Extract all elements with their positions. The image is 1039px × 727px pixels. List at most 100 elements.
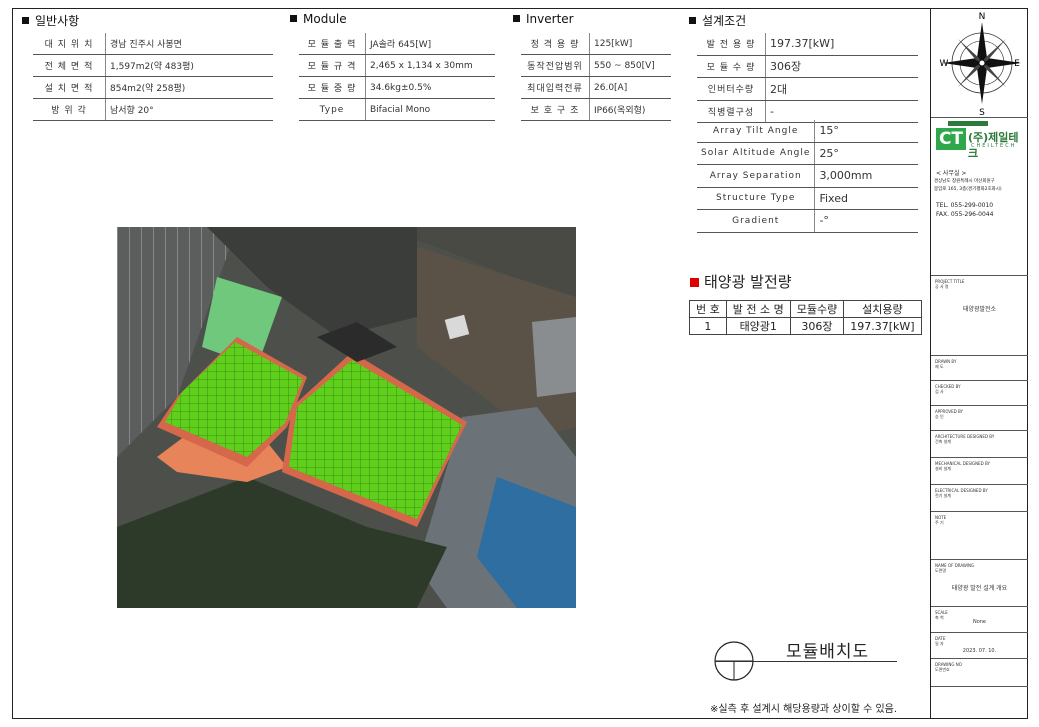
number-label: DRAWING NO 도면번호: [935, 662, 962, 672]
address-1: 경상남도 창원특례시 마산회원구: [934, 179, 995, 184]
compass-s: S: [979, 108, 985, 118]
spec-row: 모 듈 중 량 34.6kg±0.5%: [299, 76, 495, 99]
spec-value: 550 ~ 850[V]: [589, 54, 671, 77]
spec-key: 인버터수량: [697, 77, 766, 101]
drawn-cell: DRAWN BY 제 도: [931, 356, 1028, 381]
scale-value: None: [972, 619, 987, 625]
note-label: NOTE 주 기: [935, 515, 947, 525]
compass-cell: N S W E: [931, 8, 1028, 118]
company-badge: [948, 121, 988, 126]
generation-header: 모듈수량: [789, 300, 845, 318]
checked-cell: CHECKED BY 검 사: [931, 381, 1028, 406]
spec-row: Type Bifacial Mono: [299, 98, 495, 121]
conditions-extra-table: Array Tilt Angle 15° Solar Altitude Angle 2…: [697, 120, 918, 233]
conditions-table: 발 전 용 량 197.37[kW] 모 듈 수 량 306장 인버터수량 2대 직병렬구성…: [697, 33, 918, 123]
title-block: N S W E CT (주)제일테크 CHEILTECH < 사무실 > 경상남…: [930, 8, 1028, 719]
mech-cell: MECHANICAL DESIGNED BY 설비 설계: [931, 458, 1028, 485]
spec-row: 대 지 위 치 경남 진주시 사봉면: [33, 33, 273, 55]
spec-key: 설 치 면 적: [33, 76, 106, 99]
date-label: DATE 일 자: [935, 636, 946, 646]
spec-row: 모 듈 규 격 2,465 x 1,134 x 30mm: [299, 54, 495, 77]
spec-key: 모 듈 수 량: [697, 55, 766, 78]
spec-key: Gradient: [697, 209, 816, 233]
drawing-cell: NAME OF DRAWING 도면명 태양광 발전 설계 개요: [931, 560, 1028, 607]
spec-value: IP66(옥외형): [589, 98, 671, 121]
spec-value: 854m2(약 258평): [105, 76, 273, 99]
spec-value: 2대: [765, 77, 918, 101]
spec-row: Array Tilt Angle 15°: [697, 120, 918, 143]
tel: TEL. 055-299-0010: [936, 202, 994, 209]
spec-key: 동작전압범위: [521, 54, 590, 77]
spec-value: Bifacial Mono: [365, 98, 495, 121]
spec-key: 전 체 면 적: [33, 54, 106, 77]
module-table: 모 듈 출 력 JA솔라 645[W] 모 듈 규 격 2,465 x 1,134 x…: [299, 33, 495, 121]
spec-row: 모 듈 수 량 306장: [697, 55, 918, 78]
date-value: 2023. 07. 10.: [962, 648, 997, 654]
inverter-table: 정 격 용 량 125[kW] 동작전압범위 550 ~ 850[V] 최대입력전류 26…: [521, 33, 671, 121]
arch-label: ARCHITECTURE DESIGNED BY 건축 설계: [935, 434, 995, 444]
approved-label: APPROVED BY 승 인: [935, 409, 964, 419]
spec-value: -°: [814, 209, 918, 233]
spec-value: 3,000mm: [814, 164, 918, 188]
office-label: < 사무실 >: [936, 170, 967, 177]
spec-key: 모 듈 중 량: [299, 76, 366, 99]
spec-value: 197.37[kW]: [765, 33, 918, 56]
spec-row: 설 치 면 적 854m2(약 258평): [33, 76, 273, 99]
module-title: Module: [290, 12, 347, 26]
generation-cell: 197.37[kW]: [843, 317, 922, 335]
spec-row: 발 전 용 량 197.37[kW]: [697, 33, 918, 56]
spec-value: 1,597m2(약 483평): [105, 54, 273, 77]
table-row: 1 태양광1 306장 197.37[kW]: [689, 317, 922, 335]
checked-label: CHECKED BY 검 사: [935, 384, 961, 394]
spec-value: 125[kW]: [589, 33, 671, 55]
spec-value: JA솔라 645[W]: [365, 33, 495, 55]
project-value: 태양광발전소: [962, 306, 997, 313]
spec-key: Solar Altitude Angle: [697, 142, 816, 165]
spec-row: 방 위 각 남서향 20°: [33, 98, 273, 121]
compass-e: E: [1014, 59, 1020, 69]
mech-label: MECHANICAL DESIGNED BY 설비 설계: [935, 461, 990, 471]
spec-key: 방 위 각: [33, 98, 106, 121]
spec-value: 306장: [765, 55, 918, 78]
spec-key: Array Tilt Angle: [697, 120, 816, 143]
spec-key: Type: [299, 98, 366, 121]
compass-w: W: [940, 59, 949, 69]
drawing-value: 태양광 발전 설계 개요: [951, 585, 1008, 592]
spec-value: 남서향 20°: [105, 98, 273, 121]
fax: FAX. 055-296-0044: [936, 211, 994, 218]
spec-row: 최대입력전류 26.0[A]: [521, 76, 671, 99]
spec-row: Gradient -°: [697, 209, 918, 233]
generation-cell: 1: [689, 317, 727, 335]
conditions-title: 설계조건: [689, 12, 746, 29]
spec-row: Array Separation 3,000mm: [697, 164, 918, 188]
drawing-title-underline: [715, 661, 897, 662]
general-title: 일반사항: [22, 12, 79, 29]
project-label: PROJECT TITLE 공 사 명: [935, 279, 965, 289]
generation-cell: 태양광1: [725, 317, 791, 335]
scale-cell: SCALE 축 척 None: [931, 607, 1028, 633]
spec-row: 인버터수량 2대: [697, 77, 918, 101]
spec-value: 25°: [814, 142, 918, 165]
generation-header: 번 호: [689, 300, 727, 318]
spec-key: Array Separation: [697, 164, 816, 188]
elec-label: ELECTRICAL DESIGNED BY 전기 설계: [935, 488, 988, 498]
spec-value: 34.6kg±0.5%: [365, 76, 495, 99]
company-name-en: CHEILTECH: [971, 143, 1017, 149]
spec-row: Structure Type Fixed: [697, 187, 918, 210]
spec-key: 정 격 용 량: [521, 33, 590, 55]
spec-key: 대 지 위 치: [33, 33, 106, 55]
drawing-title: 모듈배치도: [786, 642, 870, 662]
address-2: 봉암로 165, 3층(경기평화2호화시): [934, 187, 1002, 192]
spec-row: 동작전압범위 550 ~ 850[V]: [521, 54, 671, 77]
spec-row: 모 듈 출 력 JA솔라 645[W]: [299, 33, 495, 55]
note-cell: NOTE 주 기: [931, 512, 1028, 560]
spec-value: 15°: [814, 120, 918, 143]
generation-header-row: 번 호발 전 소 명 모듈수량 설치용량: [689, 300, 922, 318]
generation-title: 태양광 발전량: [690, 271, 792, 292]
arch-cell: ARCHITECTURE DESIGNED BY 건축 설계: [931, 431, 1028, 458]
spec-row: 전 체 면 적 1,597m2(약 483평): [33, 54, 273, 77]
spec-value: Fixed: [814, 187, 918, 210]
elec-cell: ELECTRICAL DESIGNED BY 전기 설계: [931, 485, 1028, 512]
drawn-label: DRAWN BY 제 도: [935, 359, 957, 369]
spec-key: 모 듈 규 격: [299, 54, 366, 77]
